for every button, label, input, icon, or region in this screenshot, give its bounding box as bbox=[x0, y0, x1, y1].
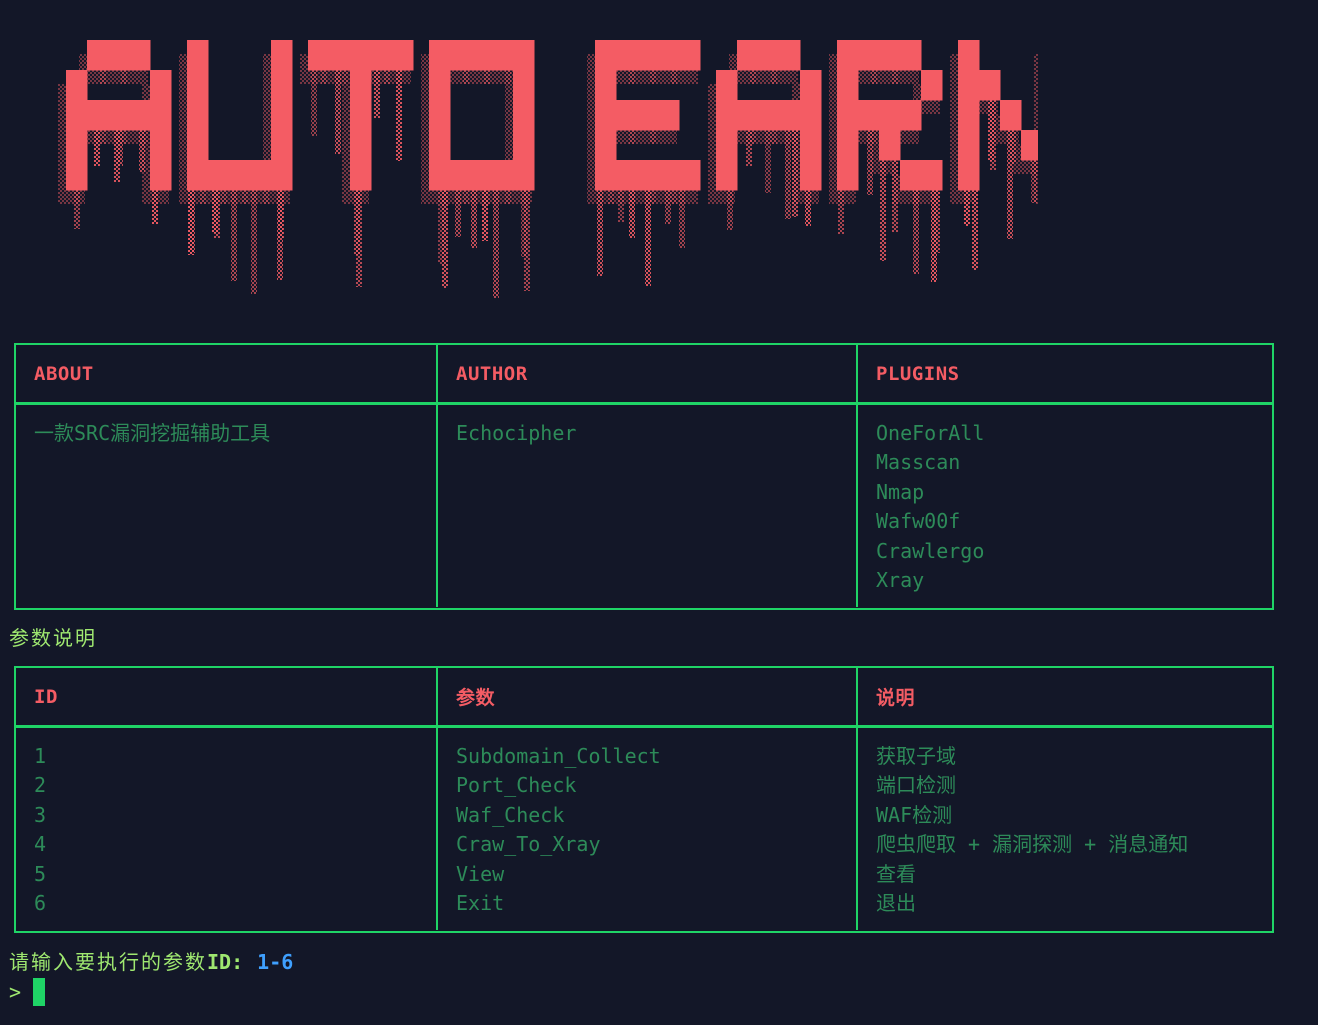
param-table-header: ID 参数 说明 bbox=[16, 668, 1272, 728]
row-param: Subdomain_Collect bbox=[456, 744, 661, 768]
header-about: ABOUT bbox=[34, 362, 94, 385]
ascii-banner bbox=[58, 36, 1038, 306]
banner-letter bbox=[179, 40, 293, 294]
plugin-item: Nmap bbox=[876, 479, 925, 504]
about-text: 一款SRC漏洞挖掘辅助工具 bbox=[34, 421, 271, 445]
info-table-header: ABOUT AUTHOR PLUGINS bbox=[16, 345, 1272, 405]
info-table-body: 一款SRC漏洞挖掘辅助工具 Echocipher OneForAll Massc… bbox=[16, 405, 1272, 607]
desc-column: 获取子域 端口检测 WAF检测 爬虫爬取 + 漏洞探测 + 消息通知 查看 退出 bbox=[856, 728, 1276, 930]
row-id: 3 bbox=[34, 802, 47, 827]
row-desc: 端口检测 bbox=[876, 773, 956, 798]
banner-art bbox=[58, 40, 1038, 298]
banner-letter bbox=[950, 40, 1038, 270]
banner-letter bbox=[708, 40, 822, 230]
row-desc: 退出 bbox=[876, 891, 916, 916]
param-table: ID 参数 说明 1 2 3 4 5 6 Subdomain_Collect P… bbox=[14, 666, 1274, 933]
banner-letter bbox=[58, 40, 172, 229]
row-id: 2 bbox=[34, 773, 47, 798]
row-param: Exit bbox=[456, 891, 505, 916]
param-table-body: 1 2 3 4 5 6 Subdomain_Collect Port_Check… bbox=[16, 728, 1272, 930]
plugin-item: Masscan bbox=[876, 450, 961, 475]
row-desc: 查看 bbox=[876, 861, 916, 886]
input-prompt: 请输入要执行的参数ID: 1-6 bbox=[9, 946, 293, 975]
plugin-item: Crawlergo bbox=[876, 538, 985, 563]
param-column: Subdomain_Collect Port_Check Waf_Check C… bbox=[436, 728, 856, 930]
row-desc: WAF检测 bbox=[876, 802, 953, 827]
prompt-range: 1-6 bbox=[257, 950, 294, 974]
row-param: Craw_To_Xray bbox=[456, 832, 601, 857]
plugin-item: Wafw00f bbox=[876, 509, 961, 534]
banner-letter bbox=[587, 40, 701, 286]
plugin-item: OneForAll bbox=[876, 421, 985, 445]
id-column: 1 2 3 4 5 6 bbox=[16, 728, 436, 930]
author-cell: Echocipher bbox=[436, 405, 856, 607]
text-cursor[interactable] bbox=[33, 978, 46, 1006]
plugin-item: Xray bbox=[876, 568, 925, 593]
info-table: ABOUT AUTHOR PLUGINS 一款SRC漏洞挖掘辅助工具 Echoc… bbox=[14, 343, 1274, 610]
row-param: Waf_Check bbox=[456, 802, 565, 827]
about-cell: 一款SRC漏洞挖掘辅助工具 bbox=[16, 405, 436, 607]
row-id: 6 bbox=[34, 891, 47, 916]
prompt-id-label: ID: bbox=[207, 950, 244, 974]
plugins-cell: OneForAll Masscan Nmap Wafw00f Crawlergo… bbox=[856, 405, 1276, 607]
command-line[interactable]: > bbox=[9, 978, 46, 1006]
banner-letter bbox=[421, 40, 535, 298]
header-author: AUTHOR bbox=[436, 345, 856, 402]
banner-letter bbox=[300, 40, 414, 287]
header-id: ID bbox=[34, 685, 58, 708]
header-plugins: PLUGINS bbox=[856, 345, 1276, 402]
banner-letter bbox=[829, 40, 943, 282]
header-param: 参数 bbox=[436, 668, 856, 725]
prompt-text: 请输入要执行的参数 bbox=[9, 950, 207, 974]
row-id: 4 bbox=[34, 832, 47, 857]
row-id: 1 bbox=[34, 744, 47, 768]
row-id: 5 bbox=[34, 861, 47, 886]
row-desc: 爬虫爬取 + 漏洞探测 + 消息通知 bbox=[876, 832, 1189, 857]
row-param: View bbox=[456, 861, 505, 886]
row-desc: 获取子域 bbox=[876, 744, 956, 768]
author-text: Echocipher bbox=[456, 421, 577, 445]
header-desc: 说明 bbox=[856, 668, 1276, 725]
prompt-symbol: > bbox=[9, 980, 22, 1004]
section-label: 参数说明 bbox=[9, 626, 97, 650]
row-param: Port_Check bbox=[456, 773, 577, 798]
